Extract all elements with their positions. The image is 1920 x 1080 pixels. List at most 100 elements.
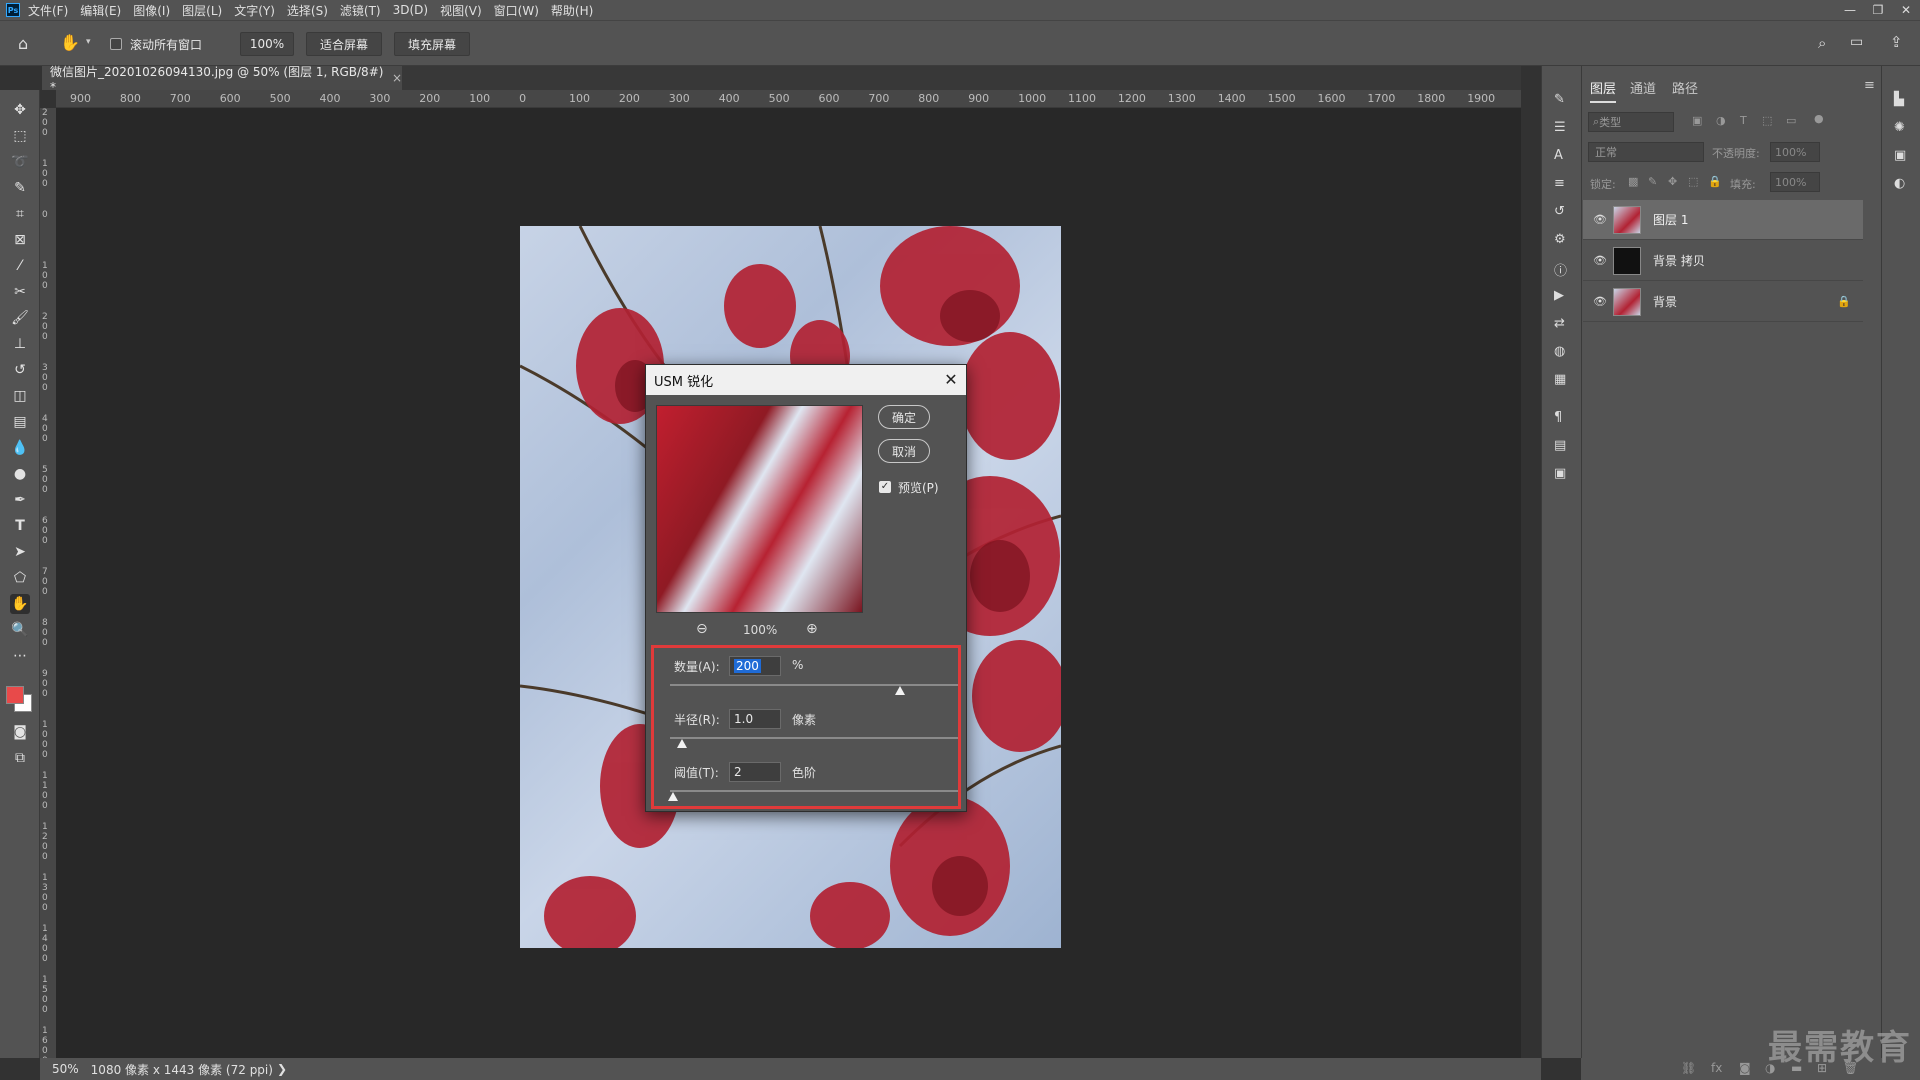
more-tools-icon[interactable]: ⋯ <box>10 646 30 666</box>
paragraph-icon[interactable]: ¶ <box>1554 410 1562 425</box>
menu-view[interactable]: 视图(V) <box>440 2 482 19</box>
preview-checkbox[interactable]: ✓ <box>879 481 891 493</box>
layer-lock-icon[interactable]: 🔒 <box>1837 295 1851 308</box>
lasso-tool-icon[interactable]: ➰ <box>10 152 30 172</box>
menu-edit[interactable]: 编辑(E) <box>80 2 121 19</box>
layer-name[interactable]: 背景 <box>1653 293 1677 310</box>
threshold-slider-track[interactable] <box>670 790 958 792</box>
dodge-tool-icon[interactable]: ● <box>10 464 30 484</box>
filter-pixel-icon[interactable]: ▣ <box>1692 114 1702 127</box>
tool-preset-chevron-icon[interactable]: ▾ <box>86 37 91 47</box>
gradient-tool-icon[interactable]: ▤ <box>10 412 30 432</box>
tab-layers[interactable]: 图层 <box>1590 78 1617 103</box>
visibility-eye-icon[interactable]: 👁 <box>1593 213 1607 226</box>
fill-screen-button[interactable]: 填充屏幕 <box>394 32 470 56</box>
status-info-menu-icon[interactable]: ❯ <box>277 1062 287 1076</box>
amount-slider-track[interactable] <box>670 684 958 686</box>
3d-icon[interactable]: ◍ <box>1554 344 1565 359</box>
photoshop-app-icon[interactable]: Ps <box>6 3 20 17</box>
tab-channels[interactable]: 通道 <box>1630 78 1656 97</box>
history-icon[interactable]: ↺ <box>1554 204 1565 219</box>
filter-preview-image[interactable] <box>656 405 863 613</box>
actions-icon[interactable]: ▶ <box>1554 288 1564 303</box>
link-layers-icon[interactable]: ⛓ <box>1681 1061 1696 1075</box>
menu-filter[interactable]: 滤镜(T) <box>340 2 381 19</box>
zoom-tool-icon[interactable]: 🔍 <box>10 620 30 640</box>
layer-name[interactable]: 背景 拷贝 <box>1653 252 1705 269</box>
info-icon[interactable]: ⓘ <box>1554 260 1567 279</box>
adjustments-circle-icon[interactable]: ◐ <box>1894 176 1905 191</box>
properties-icon[interactable]: ⚙ <box>1554 232 1566 247</box>
layer-row[interactable]: 👁 图层 1 <box>1583 200 1863 240</box>
blur-tool-icon[interactable]: 💧 <box>10 438 30 458</box>
libraries-icon[interactable]: ▣ <box>1894 148 1906 163</box>
restore-icon[interactable]: ❐ <box>1864 3 1892 17</box>
frame-tool-icon[interactable]: ⊠ <box>10 230 30 250</box>
quick-mask-icon[interactable]: ◙ <box>10 722 30 742</box>
filter-adjustment-icon[interactable]: ◑ <box>1716 114 1726 127</box>
menu-help[interactable]: 帮助(H) <box>551 2 593 19</box>
history-brush-tool-icon[interactable]: ↺ <box>10 360 30 380</box>
workspace-icon[interactable]: ▭ <box>1850 34 1863 50</box>
menu-file[interactable]: 文件(F) <box>28 2 68 19</box>
scroll-all-windows-checkbox[interactable] <box>110 38 122 50</box>
brush-settings-icon[interactable]: ✎ <box>1554 92 1565 107</box>
lock-pixels-icon[interactable]: ✎ <box>1648 175 1657 188</box>
status-zoom[interactable]: 50% <box>52 1062 79 1076</box>
lock-position-icon[interactable]: ✥ <box>1668 175 1677 188</box>
ok-button[interactable]: 确定 <box>878 405 930 429</box>
fill-input[interactable]: 100% <box>1770 172 1820 192</box>
lock-artboard-icon[interactable]: ⬚ <box>1688 175 1698 188</box>
notes-icon[interactable]: ▣ <box>1554 466 1566 481</box>
histogram-icon[interactable]: ▙ <box>1894 92 1904 107</box>
home-icon[interactable]: ⌂ <box>18 34 28 53</box>
filter-type-icon[interactable]: T <box>1740 114 1747 127</box>
minimize-icon[interactable]: — <box>1836 3 1864 17</box>
threshold-slider-thumb[interactable] <box>667 792 678 801</box>
threshold-input[interactable]: 2 <box>729 762 781 782</box>
brush-tool-icon[interactable]: 🖌 <box>10 308 30 328</box>
paragraph-styles-icon[interactable]: ≡ <box>1554 176 1565 191</box>
amount-input[interactable]: 200 <box>729 656 781 676</box>
menu-layer[interactable]: 图层(L) <box>182 2 222 19</box>
path-select-tool-icon[interactable]: ➤ <box>10 542 30 562</box>
filter-shape-icon[interactable]: ⬚ <box>1762 114 1772 127</box>
vertical-ruler[interactable]: 200 100 0 100 200 300 400 500 600 700 800 900 1000 11… <box>40 108 56 1058</box>
clone-stamp-tool-icon[interactable]: ⊥ <box>10 334 30 354</box>
quick-select-tool-icon[interactable]: ✎ <box>10 178 30 198</box>
tab-paths[interactable]: 路径 <box>1672 78 1698 97</box>
cancel-button[interactable]: 取消 <box>878 439 930 463</box>
eraser-tool-icon[interactable]: ◫ <box>10 386 30 406</box>
shape-tool-icon[interactable]: ⬠ <box>10 568 30 588</box>
glyphs-icon[interactable]: ▤ <box>1554 438 1566 453</box>
menu-type[interactable]: 文字(Y) <box>234 2 275 19</box>
amount-slider-thumb[interactable] <box>895 686 906 695</box>
dialog-title-bar[interactable]: USM 锐化 <box>646 365 966 395</box>
radius-slider-track[interactable] <box>670 737 958 739</box>
radius-input[interactable]: 1.0 <box>729 709 781 729</box>
horizontal-ruler[interactable]: 900 800 700 600 500 400 300 200 100 0 100 200 300 400… <box>56 90 1521 108</box>
lock-all-icon[interactable]: 🔒 <box>1708 175 1722 188</box>
type-tool-icon[interactable]: T <box>10 516 30 536</box>
filter-smart-object-icon[interactable]: ▭ <box>1786 114 1796 127</box>
hand-tool-icon[interactable]: ✋ <box>60 33 80 52</box>
pen-tool-icon[interactable]: ✒ <box>10 490 30 510</box>
character-icon[interactable]: A <box>1554 148 1563 163</box>
search-icon[interactable]: ⌕ <box>1818 34 1826 52</box>
add-mask-icon[interactable]: ◙ <box>1739 1061 1751 1075</box>
layer-name[interactable]: 图层 1 <box>1653 211 1688 228</box>
close-window-icon[interactable]: ✕ <box>1892 3 1920 17</box>
adjustments-icon[interactable]: ☰ <box>1554 120 1566 135</box>
zoom-out-icon[interactable]: ⊖ <box>696 621 708 637</box>
menu-3d[interactable]: 3D(D) <box>393 3 428 17</box>
document-tab-close-icon[interactable]: × <box>392 71 402 85</box>
zoom-100-button[interactable]: 100% <box>240 32 294 56</box>
radius-slider-thumb[interactable] <box>676 739 687 748</box>
move-tool-icon[interactable]: ✥ <box>10 100 30 120</box>
menu-image[interactable]: 图像(I) <box>133 2 170 19</box>
lock-transparent-icon[interactable]: ▩ <box>1628 175 1638 188</box>
document-tab[interactable]: 微信图片_20201026094130.jpg @ 50% (图层 1, RGB… <box>42 65 402 94</box>
hand-tool-active-icon[interactable]: ✋ <box>10 594 30 614</box>
opacity-input[interactable]: 100% <box>1770 142 1820 162</box>
layer-row[interactable]: 👁 背景 🔒 <box>1583 282 1863 322</box>
